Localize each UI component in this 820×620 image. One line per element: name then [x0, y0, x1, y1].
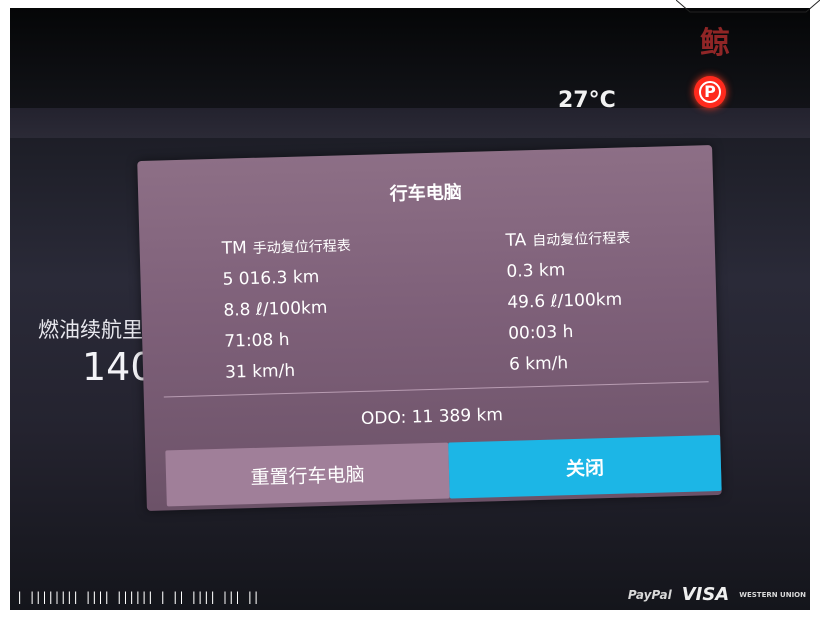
tm-distance: 5 016.3 km	[222, 267, 320, 290]
barcode: | |||||||| |||| |||||| | || |||| ||| ||	[16, 590, 260, 604]
tm-code: TM	[221, 238, 248, 259]
tm-header: TM 手动复位行程表	[221, 235, 351, 259]
dialog-title: 行车电脑	[389, 182, 463, 206]
tm-trip-column: TM 手动复位行程表 5 016.3 km 8.8 ℓ/100km 71:08 h…	[221, 235, 354, 389]
fuel-range-label: 燃油续航里	[38, 318, 143, 342]
tm-time: 71:08 h	[224, 329, 290, 352]
vehicle-display: 鲸 27°C P 燃油续航里 140 行车电脑 TM 手动复位行程表 5 016.…	[10, 8, 810, 610]
close-button[interactable]: 关闭	[448, 434, 722, 499]
watermark-logo: 鲸	[700, 26, 732, 61]
ta-trip-column: TA 自动复位行程表 0.3 km 49.6 ℓ/100km 00:03 h 6 …	[505, 227, 634, 380]
ta-time: 00:03 h	[507, 321, 574, 344]
reset-trip-computer-button[interactable]: 重置行车电脑	[165, 442, 450, 507]
ta-speed: 6 km/h	[508, 353, 569, 375]
tm-consumption: 8.8 ℓ/100km	[223, 297, 328, 321]
ta-label: 自动复位行程表	[532, 230, 631, 250]
tm-label: 手动复位行程表	[252, 238, 351, 257]
visa-logo: VISA	[681, 584, 730, 605]
ta-code: TA	[505, 230, 527, 251]
western-union-logo: WESTERN UNION	[739, 590, 806, 599]
ta-header: TA 自动复位行程表	[505, 227, 631, 251]
ta-distance: 0.3 km	[506, 260, 566, 282]
header-band	[10, 108, 810, 138]
odometer: ODO: 11 389 km	[360, 404, 504, 429]
corner-decoration	[676, 0, 820, 13]
ta-consumption: 49.6 ℓ/100km	[507, 289, 623, 313]
parking-brake-icon: P	[694, 76, 726, 108]
trip-computer-dialog: 行车电脑 TM 手动复位行程表 5 016.3 km 8.8 ℓ/100km 71…	[137, 145, 722, 511]
tm-speed: 31 km/h	[224, 360, 296, 383]
temperature-readout: 27°C	[558, 88, 616, 113]
payment-logos: PayPal VISA WESTERN UNION	[628, 584, 806, 605]
paypal-logo: PayPal	[627, 587, 672, 602]
